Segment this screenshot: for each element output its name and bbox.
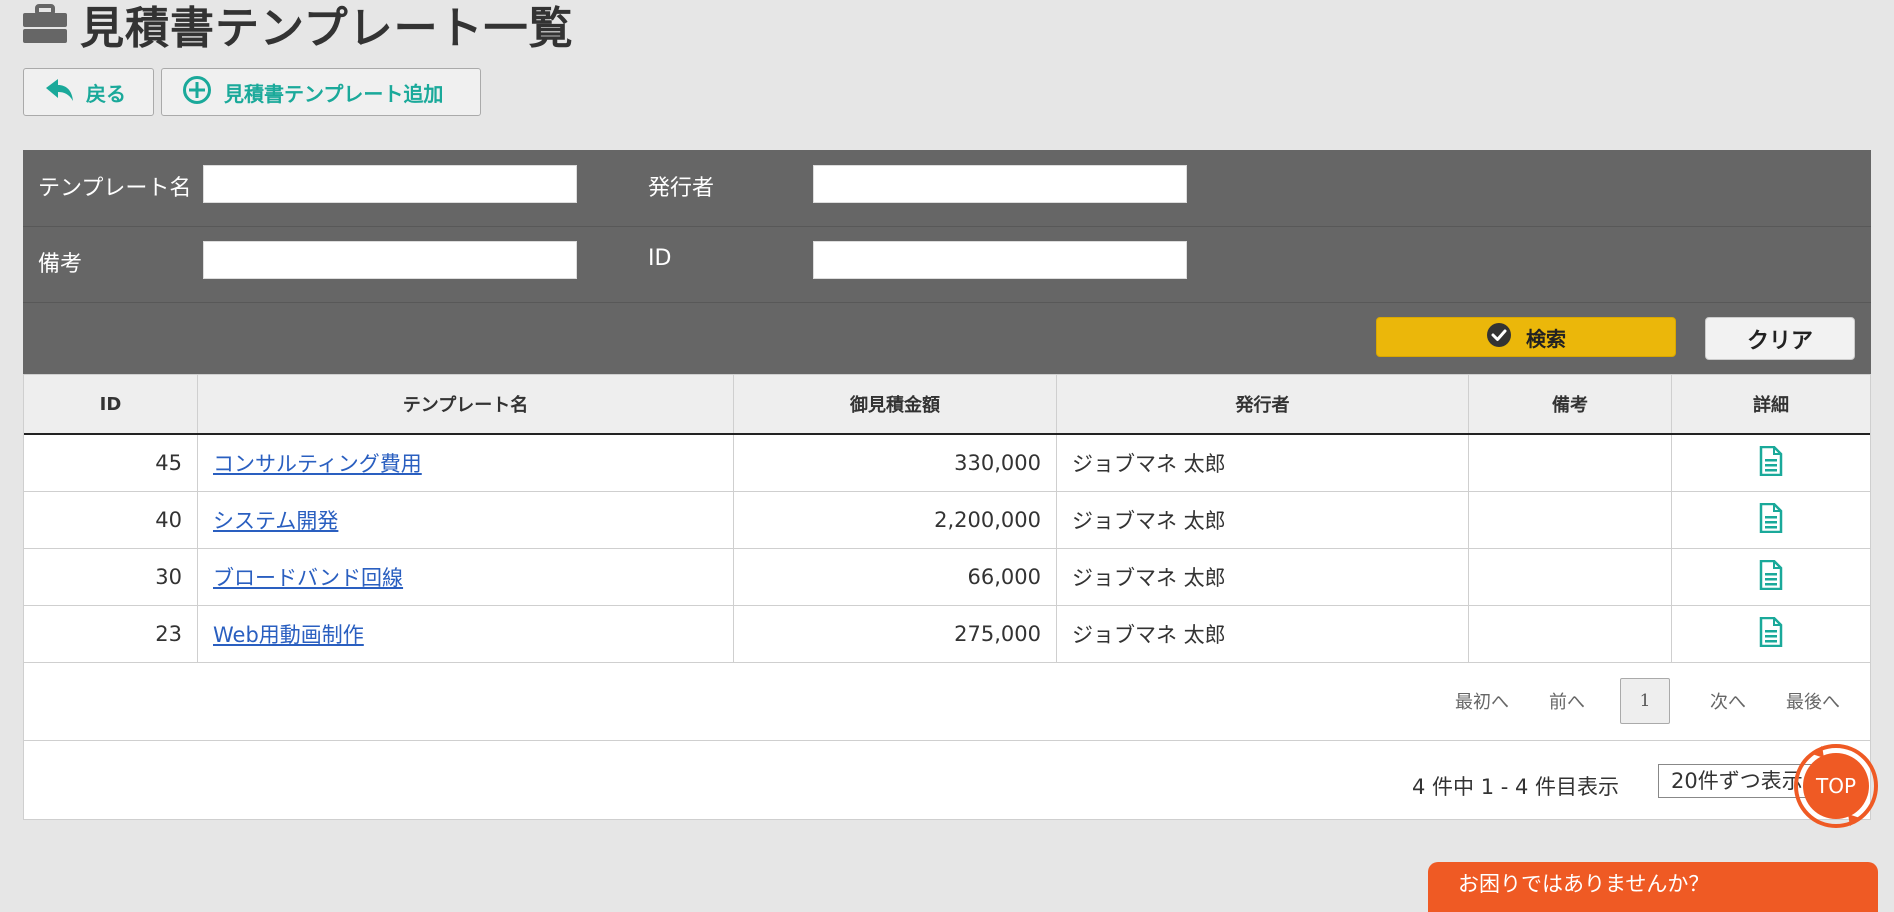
search-button-label: 検索 (1526, 326, 1566, 351)
cell-remarks (1468, 548, 1672, 606)
cell-detail (1671, 548, 1870, 606)
cell-detail (1671, 491, 1870, 549)
pagination: 最初へ 前へ 1 次へ 最後へ (1415, 678, 1840, 724)
template-link[interactable]: Web用動画制作 (213, 623, 364, 647)
template-link[interactable]: コンサルティング費用 (213, 452, 422, 476)
cell-detail (1671, 605, 1870, 663)
col-header-amount: 御見積金額 (733, 375, 1057, 435)
back-button-label: 戻る (86, 81, 126, 106)
scroll-top-button[interactable]: TOP (1790, 740, 1882, 832)
table-row: 40 システム開発 2,200,000 ジョブマネ 太郎 (24, 491, 1870, 549)
scroll-top-label: TOP (1815, 774, 1856, 798)
cell-template-name: コンサルティング費用 (197, 434, 734, 492)
plus-circle-icon (182, 75, 212, 110)
cell-issuer: ジョブマネ 太郎 (1056, 491, 1469, 549)
help-chat-bar[interactable]: お困りではありませんか？ (1428, 862, 1878, 912)
search-row-1: テンプレート名 発行者 (23, 150, 1871, 227)
cell-issuer: ジョブマネ 太郎 (1056, 548, 1469, 606)
table-header-row: ID テンプレート名 御見積金額 発行者 備考 詳細 (24, 375, 1870, 435)
page-title: 見積書テンプレート一覧 (80, 3, 574, 54)
id-input[interactable] (813, 241, 1187, 279)
cell-amount: 330,000 (733, 434, 1057, 492)
template-link[interactable]: システム開発 (213, 509, 338, 533)
back-button[interactable]: 戻る (23, 68, 154, 116)
search-panel: テンプレート名 発行者 備考 ID 検索 クリア (23, 150, 1871, 374)
results-table-container: ID テンプレート名 御見積金額 発行者 備考 詳細 45 コンサルティング費用… (23, 374, 1871, 820)
cell-amount: 2,200,000 (733, 491, 1057, 549)
document-icon[interactable] (1759, 616, 1783, 652)
remarks-label: 備考 (38, 252, 83, 277)
help-chat-label: お困りではありませんか？ (1458, 872, 1710, 896)
col-header-issuer: 発行者 (1056, 375, 1469, 435)
cell-template-name: ブロードバンド回線 (197, 548, 734, 606)
cell-amount: 66,000 (733, 548, 1057, 606)
add-template-button-label: 見積書テンプレート追加 (224, 81, 444, 106)
search-row-2: 備考 ID (23, 226, 1871, 303)
template-link[interactable]: ブロードバンド回線 (213, 566, 403, 590)
cell-remarks (1468, 605, 1672, 663)
cell-amount: 275,000 (733, 605, 1057, 663)
document-icon[interactable] (1759, 559, 1783, 595)
clear-button[interactable]: クリア (1705, 317, 1855, 360)
col-header-detail: 詳細 (1671, 375, 1870, 435)
briefcase-icon (22, 4, 68, 44)
results-table: ID テンプレート名 御見積金額 発行者 備考 詳細 45 コンサルティング費用… (24, 375, 1870, 663)
cell-template-name: Web用動画制作 (197, 605, 734, 663)
cell-remarks (1468, 491, 1672, 549)
cell-detail (1671, 434, 1870, 492)
clear-button-label: クリア (1746, 328, 1813, 354)
pager-next[interactable]: 次へ (1710, 688, 1746, 714)
cell-template-name: システム開発 (197, 491, 734, 549)
cell-issuer: ジョブマネ 太郎 (1056, 434, 1469, 492)
result-count-text: 4 件中 1 - 4 件目表示 (1412, 775, 1620, 799)
id-label: ID (648, 246, 672, 271)
table-row: 45 コンサルティング費用 330,000 ジョブマネ 太郎 (24, 434, 1870, 492)
pager-first[interactable]: 最初へ (1455, 688, 1509, 714)
issuer-label: 発行者 (648, 176, 715, 201)
pager-current-page[interactable]: 1 (1620, 678, 1670, 724)
col-header-remarks: 備考 (1468, 375, 1672, 435)
template-name-input[interactable] (203, 165, 577, 203)
table-row: 30 ブロードバンド回線 66,000 ジョブマネ 太郎 (24, 548, 1870, 606)
cell-id: 30 (24, 548, 198, 606)
issuer-input[interactable] (813, 165, 1187, 203)
col-header-template-name: テンプレート名 (197, 375, 734, 435)
add-template-button[interactable]: 見積書テンプレート追加 (161, 68, 481, 116)
page-title-area: 見積書テンプレート一覧 (22, 0, 574, 54)
summary-row: 4 件中 1 - 4 件目表示 20件ずつ表示 (24, 741, 1870, 819)
document-icon[interactable] (1759, 445, 1783, 481)
pager-prev[interactable]: 前へ (1549, 688, 1585, 714)
table-row: 23 Web用動画制作 275,000 ジョブマネ 太郎 (24, 605, 1870, 663)
remarks-input[interactable] (203, 241, 577, 279)
search-button[interactable]: 検索 (1376, 317, 1676, 357)
cell-id: 45 (24, 434, 198, 492)
template-name-label: テンプレート名 (38, 176, 192, 201)
col-header-id: ID (24, 375, 198, 435)
cell-id: 23 (24, 605, 198, 663)
cell-remarks (1468, 434, 1672, 492)
cell-issuer: ジョブマネ 太郎 (1056, 605, 1469, 663)
pager-last[interactable]: 最後へ (1786, 688, 1840, 714)
reply-arrow-icon (44, 78, 74, 107)
document-icon[interactable] (1759, 502, 1783, 538)
check-circle-icon (1486, 322, 1512, 353)
pager-row: 最初へ 前へ 1 次へ 最後へ (24, 663, 1870, 741)
cell-id: 40 (24, 491, 198, 549)
